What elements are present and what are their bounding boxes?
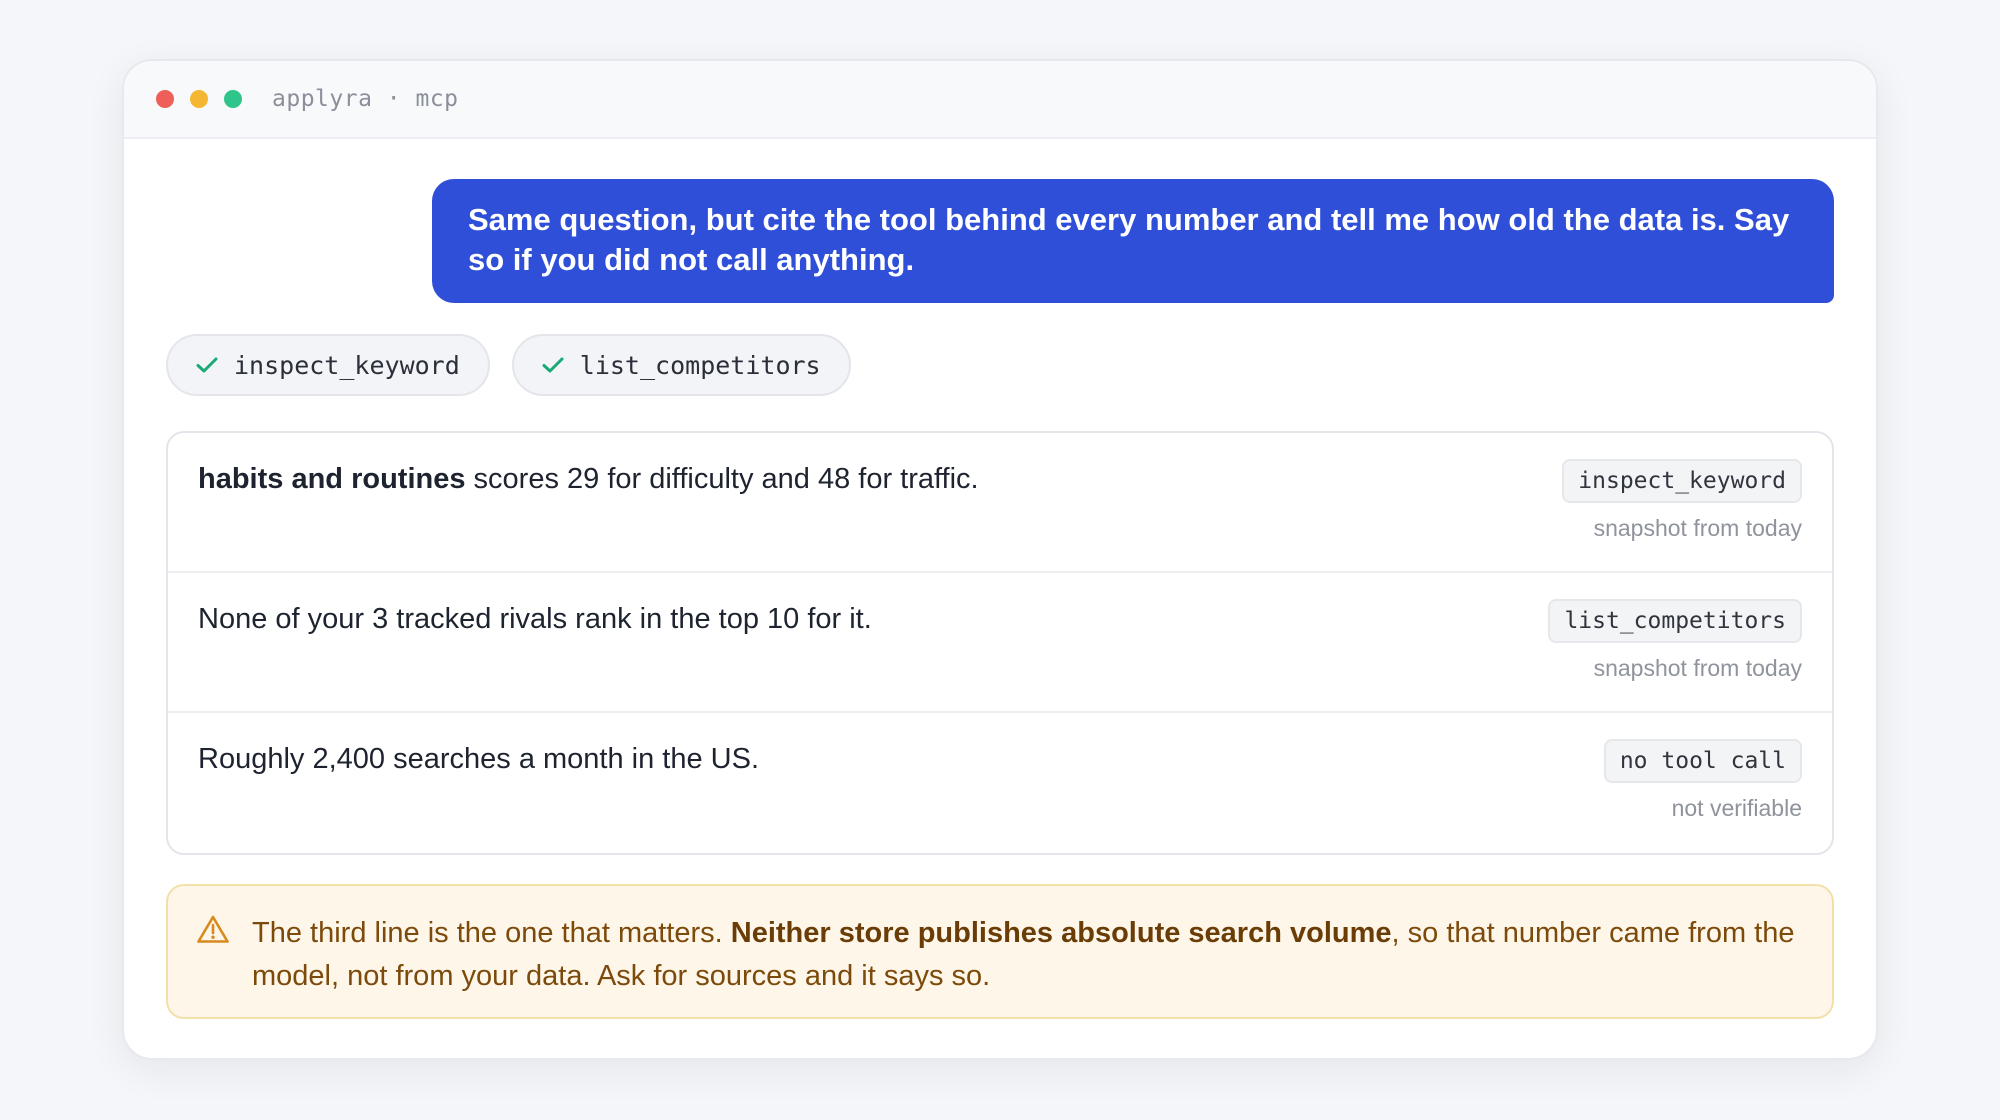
claim-body: Roughly 2,400 searches a month in the US… (198, 743, 759, 775)
claim-meta: inspect_keyword snapshot from today (1562, 459, 1802, 542)
check-icon (196, 356, 218, 374)
check-icon (542, 356, 564, 374)
claim-meta: list_competitors snapshot from today (1548, 599, 1802, 682)
warning-text-intro: The third line is the one that matters. (252, 917, 731, 949)
claim-row: Roughly 2,400 searches a month in the US… (168, 713, 1832, 853)
claim-body: scores 29 for difficulty and 48 for traf… (465, 463, 979, 495)
source-tag: inspect_keyword (1562, 459, 1802, 503)
freshness-label: snapshot from today (1593, 515, 1802, 541)
claim-keyword: habits and routines (198, 463, 466, 495)
window-titlebar: applyra · mcp (124, 61, 1876, 139)
tool-calls-row: inspect_keyword list_competitors (166, 334, 851, 396)
claim-row: None of your 3 tracked rivals rank in th… (168, 573, 1832, 713)
freshness-label: not verifiable (1671, 795, 1802, 821)
claim-text: None of your 3 tracked rivals rank in th… (198, 603, 872, 636)
tool-chip-label: list_competitors (579, 350, 821, 380)
tool-chip-inspect-keyword[interactable]: inspect_keyword (166, 334, 490, 396)
source-tag: list_competitors (1548, 599, 1802, 643)
claim-text: Roughly 2,400 searches a month in the US… (198, 743, 759, 776)
user-message-bubble: Same question, but cite the tool behind … (432, 179, 1834, 303)
minimize-window-button[interactable] (190, 90, 208, 108)
freshness-label: snapshot from today (1593, 655, 1802, 681)
claim-row: habits and routines scores 29 for diffic… (168, 433, 1832, 573)
tool-chip-label: inspect_keyword (234, 350, 460, 380)
app-window: applyra · mcp Same question, but cite th… (122, 59, 1878, 1060)
claims-table: habits and routines scores 29 for diffic… (166, 431, 1834, 855)
claim-meta: no tool call not verifiable (1603, 739, 1802, 822)
claim-text: habits and routines scores 29 for diffic… (198, 463, 979, 496)
window-title: applyra · mcp (272, 86, 459, 112)
warning-text-emphasis: Neither store publishes absolute search … (730, 917, 1392, 949)
maximize-window-button[interactable] (224, 90, 242, 108)
claim-body: None of your 3 tracked rivals rank in th… (198, 603, 872, 635)
warning-callout: The third line is the one that matters. … (166, 884, 1834, 1019)
tool-chip-list-competitors[interactable]: list_competitors (511, 334, 851, 396)
warning-triangle-icon (196, 914, 230, 957)
close-window-button[interactable] (156, 90, 174, 108)
source-tag: no tool call (1603, 739, 1802, 783)
